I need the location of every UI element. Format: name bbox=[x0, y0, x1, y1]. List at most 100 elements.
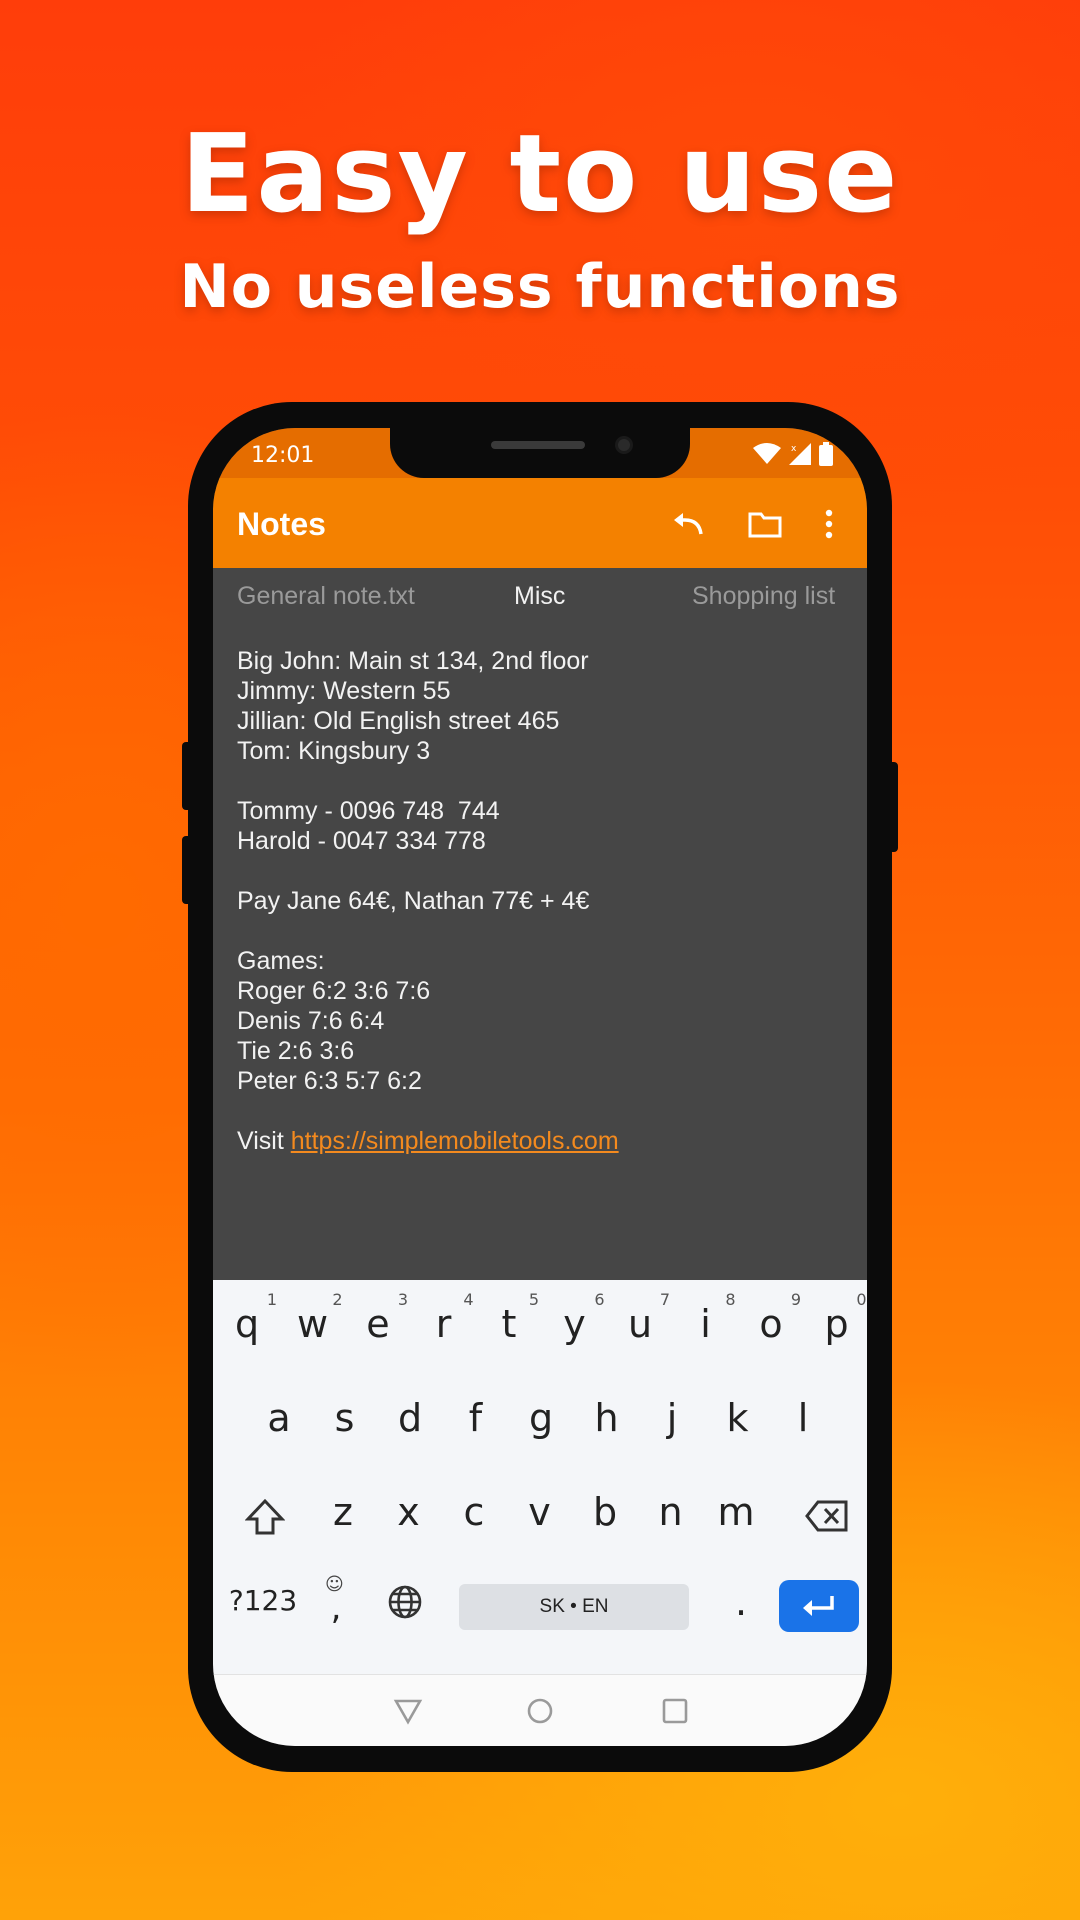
key-number-hint: 7 bbox=[659, 1290, 670, 1309]
svg-text:x: x bbox=[791, 444, 797, 454]
key-symbols[interactable]: ?123 bbox=[223, 1584, 303, 1617]
promo-title: Easy to use bbox=[180, 112, 900, 237]
key-enter[interactable] bbox=[779, 1580, 859, 1632]
undo-icon bbox=[674, 513, 703, 535]
note-line bbox=[237, 916, 847, 946]
backspace-icon bbox=[805, 1500, 848, 1532]
key-number-hint: 9 bbox=[790, 1290, 801, 1309]
key-letter[interactable]: k bbox=[708, 1396, 768, 1440]
system-nav-bar bbox=[213, 1674, 867, 1746]
note-line: Tie 2:6 3:6 bbox=[237, 1037, 355, 1065]
key-letter[interactable]: y6 bbox=[545, 1290, 604, 1346]
undo-button[interactable] bbox=[669, 504, 709, 544]
key-letter[interactable]: a bbox=[249, 1396, 309, 1440]
key-letter-label: p bbox=[824, 1302, 849, 1346]
earpiece bbox=[491, 441, 585, 449]
tab-misc[interactable]: Misc bbox=[514, 582, 565, 611]
key-letter-label: v bbox=[528, 1490, 551, 1534]
more-options-button[interactable] bbox=[809, 504, 849, 544]
note-editor[interactable]: Big John: Main st 134, 2nd floor Jimmy: … bbox=[237, 646, 847, 1156]
key-period[interactable]: . bbox=[721, 1580, 761, 1624]
key-letter[interactable]: x bbox=[379, 1490, 439, 1534]
status-time: 12:01 bbox=[251, 443, 315, 468]
tab-shopping-list[interactable]: Shopping list bbox=[692, 582, 835, 611]
key-letter[interactable]: j bbox=[642, 1396, 702, 1440]
key-letter[interactable]: q1 bbox=[217, 1290, 277, 1346]
key-letter[interactable]: z bbox=[313, 1490, 373, 1534]
open-folder-button[interactable] bbox=[745, 504, 785, 544]
key-backspace[interactable] bbox=[797, 1498, 857, 1542]
key-letter-label: u bbox=[627, 1302, 653, 1346]
promo-subtitle: No useless functions bbox=[179, 252, 901, 322]
home-icon[interactable] bbox=[526, 1697, 554, 1725]
website-link[interactable]: https://simplemobiletools.com bbox=[291, 1127, 619, 1155]
key-letter-label: j bbox=[666, 1396, 678, 1440]
note-line: Roger 6:2 3:6 7:6 bbox=[237, 977, 431, 1005]
key-letter[interactable]: s bbox=[315, 1396, 375, 1440]
key-letter-label: t bbox=[501, 1302, 517, 1346]
key-letter-label: a bbox=[267, 1396, 291, 1440]
phone-frame: 12:01 x Notes General note.txt Misc Shop… bbox=[188, 402, 892, 1772]
key-letter[interactable]: h bbox=[577, 1396, 637, 1440]
key-letter-label: m bbox=[717, 1490, 755, 1534]
recents-icon[interactable] bbox=[661, 1697, 689, 1725]
note-line: Pay Jane 64€, Nathan 77€ + 4€ bbox=[237, 887, 590, 915]
enter-icon bbox=[803, 1596, 834, 1616]
note-line bbox=[237, 856, 847, 886]
key-number-hint: 3 bbox=[397, 1290, 408, 1309]
link-prefix: Visit bbox=[237, 1127, 291, 1155]
key-letter-label: z bbox=[333, 1490, 353, 1534]
key-letter[interactable]: f bbox=[446, 1396, 506, 1440]
key-number-hint: 5 bbox=[528, 1290, 539, 1309]
more-vert-icon bbox=[825, 509, 833, 539]
tab-general-note[interactable]: General note.txt bbox=[237, 582, 415, 611]
key-letter[interactable]: p0 bbox=[807, 1290, 866, 1346]
key-letter[interactable]: i8 bbox=[676, 1290, 735, 1346]
key-letter-label: k bbox=[726, 1396, 749, 1440]
note-line: Denis 7:6 6:4 bbox=[237, 1007, 385, 1035]
app-bar: Notes bbox=[213, 478, 867, 568]
back-icon[interactable] bbox=[393, 1697, 423, 1725]
key-letter[interactable]: o9 bbox=[741, 1290, 801, 1346]
note-line bbox=[237, 766, 847, 796]
front-camera bbox=[615, 436, 633, 454]
key-letter[interactable]: n bbox=[641, 1490, 701, 1534]
note-line: Jimmy: Western 55 bbox=[237, 677, 451, 705]
key-letter[interactable]: v bbox=[510, 1490, 570, 1534]
key-comma[interactable]: ☺ , bbox=[311, 1574, 361, 1628]
key-shift[interactable] bbox=[235, 1498, 295, 1545]
key-letter[interactable]: g bbox=[511, 1396, 571, 1440]
key-letter-label: q bbox=[234, 1302, 260, 1346]
key-space[interactable]: SK • EN bbox=[459, 1584, 689, 1630]
key-number-hint: 8 bbox=[725, 1290, 736, 1309]
battery-icon bbox=[819, 442, 833, 466]
key-letter[interactable]: r4 bbox=[414, 1290, 474, 1346]
note-line: Peter 6:3 5:7 6:2 bbox=[237, 1067, 422, 1095]
key-letter[interactable]: e3 bbox=[348, 1290, 408, 1346]
key-letter-label: i bbox=[700, 1302, 711, 1346]
key-language[interactable] bbox=[383, 1584, 427, 1629]
key-comma-label: , bbox=[330, 1588, 342, 1628]
note-line bbox=[237, 1096, 847, 1126]
key-letter-label: l bbox=[797, 1396, 809, 1440]
note-tabs: General note.txt Misc Shopping list bbox=[213, 568, 867, 624]
key-letter[interactable]: l bbox=[773, 1396, 833, 1440]
folder-icon bbox=[748, 512, 782, 538]
key-letter[interactable]: c bbox=[444, 1490, 504, 1534]
key-letter[interactable]: b bbox=[575, 1490, 635, 1534]
key-letter[interactable]: w2 bbox=[283, 1290, 343, 1346]
key-letter-label: w bbox=[296, 1302, 329, 1346]
key-letter-label: b bbox=[592, 1490, 618, 1534]
key-letter[interactable]: u7 bbox=[610, 1290, 670, 1346]
note-line-link: Visit https://simplemobiletools.com bbox=[237, 1126, 847, 1156]
key-letter[interactable]: m bbox=[706, 1490, 766, 1534]
key-letter[interactable]: t5 bbox=[479, 1290, 539, 1346]
note-line: Tom: Kingsbury 3 bbox=[237, 737, 431, 765]
key-letter-label: o bbox=[759, 1302, 783, 1346]
key-letter-label: h bbox=[594, 1396, 619, 1440]
shift-icon bbox=[244, 1498, 286, 1535]
key-number-hint: 0 bbox=[856, 1290, 867, 1309]
key-number-hint: 4 bbox=[463, 1290, 474, 1309]
key-letter-label: s bbox=[334, 1396, 355, 1440]
key-letter[interactable]: d bbox=[380, 1396, 440, 1440]
